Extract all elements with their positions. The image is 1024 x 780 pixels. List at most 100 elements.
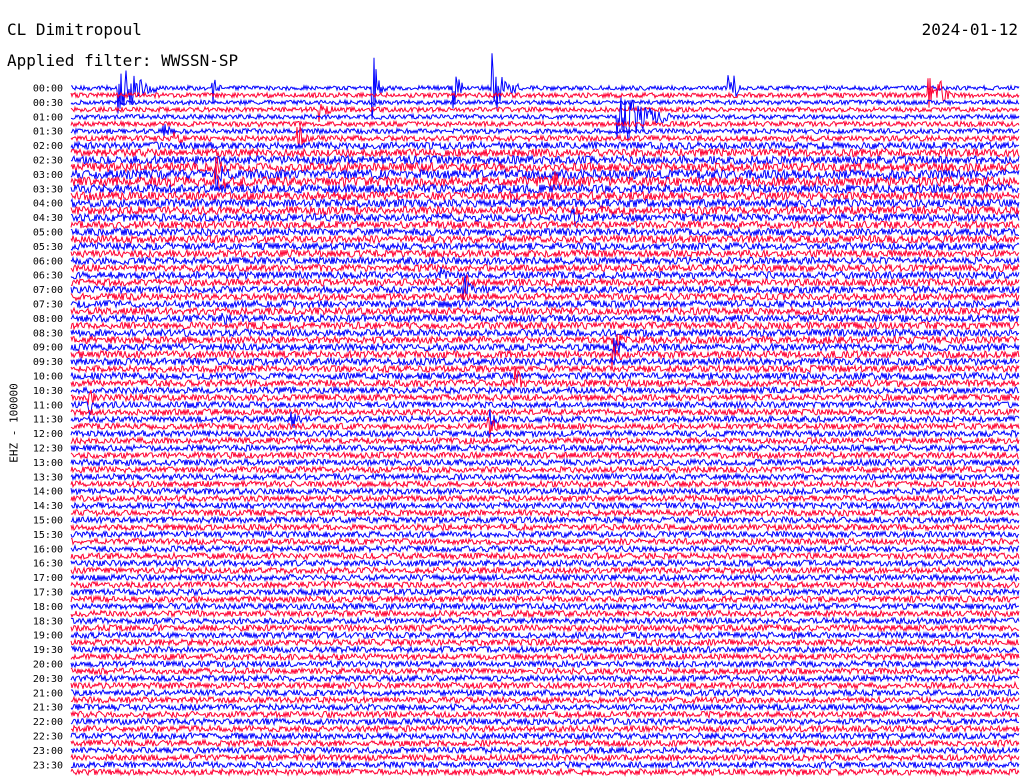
trace-row-29 <box>70 291 1020 303</box>
trace-row-83 <box>70 680 1020 691</box>
trace-row-19 <box>70 219 1020 231</box>
time-label: 07:00 <box>33 285 63 296</box>
trace-row-40 <box>70 370 1020 382</box>
trace-row-23 <box>70 248 1020 259</box>
time-label: 02:00 <box>33 141 63 152</box>
trace-row-60 <box>70 515 1020 525</box>
time-label: 05:00 <box>33 228 63 239</box>
trace-row-3 <box>70 104 1020 123</box>
trace-row-25 <box>70 262 1020 274</box>
time-label: 03:30 <box>33 184 63 195</box>
trace-row-61 <box>70 522 1020 532</box>
trace-row-56 <box>70 486 1020 497</box>
time-label: 01:30 <box>33 127 63 138</box>
trace-row-20 <box>70 226 1020 238</box>
trace-row-57 <box>70 493 1020 504</box>
time-label: 09:00 <box>33 343 63 354</box>
trace-row-9 <box>70 147 1020 159</box>
time-label: 16:00 <box>33 544 63 555</box>
trace-row-78 <box>71 644 1019 655</box>
time-label: 05:30 <box>33 242 63 253</box>
trace-row-82 <box>70 673 1020 684</box>
trace-row-81 <box>70 666 1020 676</box>
trace-row-95 <box>70 766 1020 778</box>
trace-row-66 <box>70 558 1020 569</box>
trace-row-2 <box>70 98 1020 107</box>
trace-row-62 <box>70 529 1020 540</box>
time-label: 23:00 <box>33 746 63 757</box>
time-label: 15:30 <box>33 530 63 541</box>
trace-row-30 <box>70 298 1020 310</box>
trace-row-16 <box>70 197 1020 210</box>
time-label: 09:30 <box>33 357 63 368</box>
trace-row-80 <box>70 659 1020 670</box>
time-label: 11:30 <box>33 415 63 426</box>
time-label: 04:00 <box>33 199 63 210</box>
time-label: 03:00 <box>33 170 63 181</box>
trace-row-5 <box>70 119 1020 129</box>
trace-row-86 <box>70 702 1020 713</box>
time-label: 11:00 <box>33 400 63 411</box>
trace-row-48 <box>70 428 1020 439</box>
time-label: 06:00 <box>33 256 63 267</box>
time-label: 21:00 <box>33 688 63 699</box>
time-label: 22:00 <box>33 717 63 728</box>
trace-row-77 <box>70 637 1020 648</box>
trace-row-31 <box>70 305 1020 317</box>
trace-row-34 <box>70 327 1020 339</box>
time-label: 08:00 <box>33 314 63 325</box>
trace-row-68 <box>70 572 1020 583</box>
trace-row-63 <box>71 536 1020 547</box>
trace-row-53 <box>70 464 1020 475</box>
trace-row-54 <box>70 471 1020 482</box>
trace-row-72 <box>70 601 1020 612</box>
trace-row-45 <box>70 407 1020 418</box>
time-label: 14:00 <box>33 487 63 498</box>
time-label: 00:00 <box>33 84 63 95</box>
trace-row-87 <box>70 709 1020 720</box>
trace-row-79 <box>70 651 1020 662</box>
time-label: 01:00 <box>33 112 63 123</box>
time-label: 12:00 <box>33 429 63 440</box>
time-label: 20:00 <box>33 660 63 671</box>
trace-row-74 <box>70 615 1020 626</box>
trace-row-52 <box>70 457 1020 468</box>
time-label: 21:30 <box>33 703 63 714</box>
trace-row-75 <box>70 623 1020 633</box>
trace-row-64 <box>70 544 1020 554</box>
time-label: 17:30 <box>33 588 63 599</box>
trace-row-10 <box>70 153 1020 167</box>
time-label: 06:30 <box>33 271 63 282</box>
time-label: 02:30 <box>33 156 63 167</box>
trace-row-65 <box>70 551 1020 561</box>
time-label: 19:30 <box>33 645 63 656</box>
time-label: 13:00 <box>33 458 63 469</box>
trace-row-67 <box>70 565 1020 576</box>
trace-row-47 <box>70 416 1020 439</box>
trace-row-91 <box>70 738 1020 749</box>
trace-row-50 <box>70 443 1020 453</box>
time-label: 18:30 <box>33 616 63 627</box>
trace-row-42 <box>70 385 1020 396</box>
time-label: 07:30 <box>33 300 63 311</box>
trace-row-88 <box>70 716 1020 727</box>
trace-row-15 <box>70 189 1020 203</box>
trace-row-38 <box>70 356 1020 367</box>
trace-row-92 <box>70 745 1020 756</box>
trace-row-21 <box>70 233 1020 245</box>
trace-row-84 <box>70 687 1020 698</box>
trace-row-27 <box>70 273 1020 294</box>
time-label: 00:30 <box>33 98 63 109</box>
trace-row-58 <box>70 500 1020 511</box>
trace-row-69 <box>70 580 1020 590</box>
trace-row-39 <box>70 363 1020 375</box>
trace-row-90 <box>70 731 1020 741</box>
time-label: 13:30 <box>33 472 63 483</box>
time-label: 22:30 <box>33 732 63 743</box>
trace-row-73 <box>70 608 1020 619</box>
trace-row-76 <box>70 630 1020 641</box>
time-label: 08:30 <box>33 328 63 339</box>
trace-row-4 <box>70 97 1020 143</box>
time-label: 04:30 <box>33 213 63 224</box>
trace-row-33 <box>70 320 1020 332</box>
